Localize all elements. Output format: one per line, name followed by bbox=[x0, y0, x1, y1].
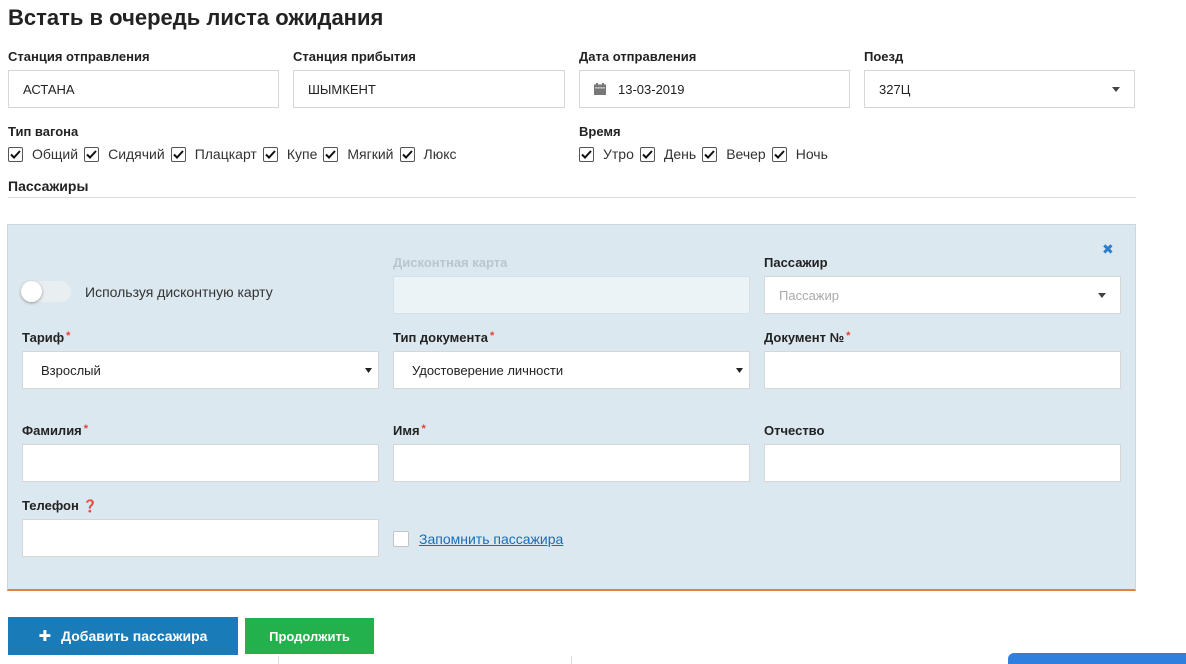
required-asterisk: * bbox=[421, 423, 426, 435]
toggle-knob bbox=[21, 281, 42, 302]
car-seated-label: Сидячий bbox=[108, 146, 165, 162]
doc-number-label: Документ № * bbox=[764, 330, 850, 345]
tariff-label: Тариф * bbox=[22, 330, 70, 345]
caret-down-icon bbox=[1098, 293, 1106, 298]
train-label: Поезд bbox=[864, 49, 904, 64]
phone-label: Телефон ❓ bbox=[22, 498, 97, 513]
required-asterisk: * bbox=[489, 330, 495, 342]
car-general-label: Общий bbox=[32, 146, 79, 162]
checkbox-time-morning[interactable] bbox=[579, 146, 594, 162]
floating-widget[interactable] bbox=[1008, 653, 1186, 664]
date-field[interactable]: 13-03-2019 bbox=[579, 70, 850, 108]
checkbox-car-soft[interactable] bbox=[323, 146, 339, 162]
checkbox-time-evening[interactable] bbox=[702, 146, 718, 162]
departure-label: Станция отправления bbox=[8, 49, 150, 64]
doc-number-input[interactable] bbox=[764, 351, 1121, 389]
first-name-label: Имя * bbox=[393, 423, 426, 438]
last-name-label-text: Фамилия bbox=[22, 423, 82, 438]
car-lux-label: Люкс bbox=[423, 146, 457, 162]
passengers-heading: Пассажиры bbox=[8, 178, 89, 194]
arrival-field[interactable]: ШЫМКЕНТ bbox=[293, 70, 565, 108]
departure-field[interactable]: АСТАНА bbox=[8, 70, 279, 108]
checkbox-car-general[interactable] bbox=[8, 146, 23, 162]
checkbox-time-day[interactable] bbox=[639, 146, 655, 162]
arrival-value: ШЫМКЕНТ bbox=[308, 81, 376, 97]
first-name-input[interactable] bbox=[393, 444, 750, 482]
checkbox-car-lux[interactable] bbox=[399, 146, 415, 162]
tariff-label-text: Тариф bbox=[22, 330, 65, 345]
calendar-icon bbox=[594, 83, 606, 95]
help-icon[interactable]: ❓ bbox=[82, 499, 97, 513]
patronymic-input[interactable] bbox=[764, 444, 1121, 482]
time-morning-label: Утро bbox=[603, 146, 634, 162]
car-soft-label: Мягкий bbox=[347, 146, 394, 162]
time-options: Утро День Вечер Ночь bbox=[579, 146, 834, 162]
phone-label-text: Телефон bbox=[22, 498, 79, 513]
train-value: 327Ц bbox=[879, 81, 911, 97]
caret-down-icon bbox=[736, 368, 743, 373]
first-name-label-text: Имя bbox=[393, 423, 420, 438]
discount-card-input bbox=[393, 276, 750, 314]
continue-label: Продолжить bbox=[269, 628, 350, 644]
date-value: 13-03-2019 bbox=[618, 81, 685, 97]
close-icon[interactable]: ✖ bbox=[1102, 241, 1114, 258]
caret-down-icon bbox=[365, 368, 372, 373]
plus-icon: ✚ bbox=[38, 628, 52, 645]
remember-checkbox[interactable] bbox=[393, 531, 409, 547]
train-select[interactable]: 327Ц bbox=[864, 70, 1135, 108]
phone-input[interactable] bbox=[22, 519, 379, 557]
doc-number-label-text: Документ № bbox=[764, 330, 845, 345]
checkbox-car-platzkart[interactable] bbox=[170, 146, 186, 162]
continue-button[interactable]: Продолжить bbox=[245, 618, 374, 654]
doc-type-select[interactable]: Удостоверение личности bbox=[393, 351, 750, 389]
date-label: Дата отправления bbox=[579, 49, 697, 64]
add-passenger-button[interactable]: ✚ Добавить пассажира bbox=[8, 617, 238, 655]
car-type-label: Тип вагона bbox=[8, 124, 79, 139]
car-type-options: Общий Сидячий Плацкарт Купе Мягкий Люкс bbox=[8, 146, 463, 162]
discount-toggle-label: Используя дисконтную карту bbox=[85, 284, 273, 300]
add-passenger-label: Добавить пассажира bbox=[61, 628, 208, 644]
departure-value: АСТАНА bbox=[23, 81, 75, 97]
time-night-label: Ночь bbox=[795, 146, 828, 162]
page-title: Встать в очередь листа ожидания bbox=[8, 5, 384, 30]
car-coupe-label: Купе bbox=[286, 146, 318, 162]
checkbox-car-seated[interactable] bbox=[84, 146, 100, 162]
required-asterisk: * bbox=[66, 330, 71, 342]
column-separator bbox=[278, 656, 279, 664]
remember-passenger-link[interactable]: Запомнить пассажира bbox=[419, 531, 563, 547]
last-name-input[interactable] bbox=[22, 444, 379, 482]
required-asterisk: * bbox=[846, 330, 851, 342]
doc-type-label: Тип документа * bbox=[393, 330, 494, 345]
time-label: Время bbox=[579, 124, 621, 139]
doc-type-label-text: Тип документа bbox=[393, 330, 488, 345]
tariff-value: Взрослый bbox=[41, 362, 101, 378]
required-asterisk: * bbox=[83, 423, 89, 435]
arrival-label: Станция прибытия bbox=[293, 49, 416, 64]
car-platzkart-label: Плацкарт bbox=[194, 146, 257, 162]
passenger-select[interactable]: Пассажир bbox=[764, 276, 1121, 314]
column-separator bbox=[571, 656, 572, 664]
checkbox-time-night[interactable] bbox=[771, 146, 787, 162]
patronymic-label: Отчество bbox=[764, 423, 825, 438]
discount-toggle[interactable] bbox=[20, 281, 71, 302]
checkbox-car-coupe[interactable] bbox=[262, 146, 278, 162]
doc-type-value: Удостоверение личности bbox=[412, 362, 564, 378]
section-divider bbox=[8, 197, 1136, 198]
time-day-label: День bbox=[663, 146, 697, 162]
caret-down-icon bbox=[1112, 87, 1120, 92]
tariff-select[interactable]: Взрослый bbox=[22, 351, 379, 389]
passenger-select-label: Пассажир bbox=[764, 255, 828, 270]
discount-card-label: Дисконтная карта bbox=[393, 255, 508, 270]
passenger-select-placeholder: Пассажир bbox=[779, 287, 839, 303]
time-evening-label: Вечер bbox=[726, 146, 766, 162]
last-name-label: Фамилия * bbox=[22, 423, 88, 438]
